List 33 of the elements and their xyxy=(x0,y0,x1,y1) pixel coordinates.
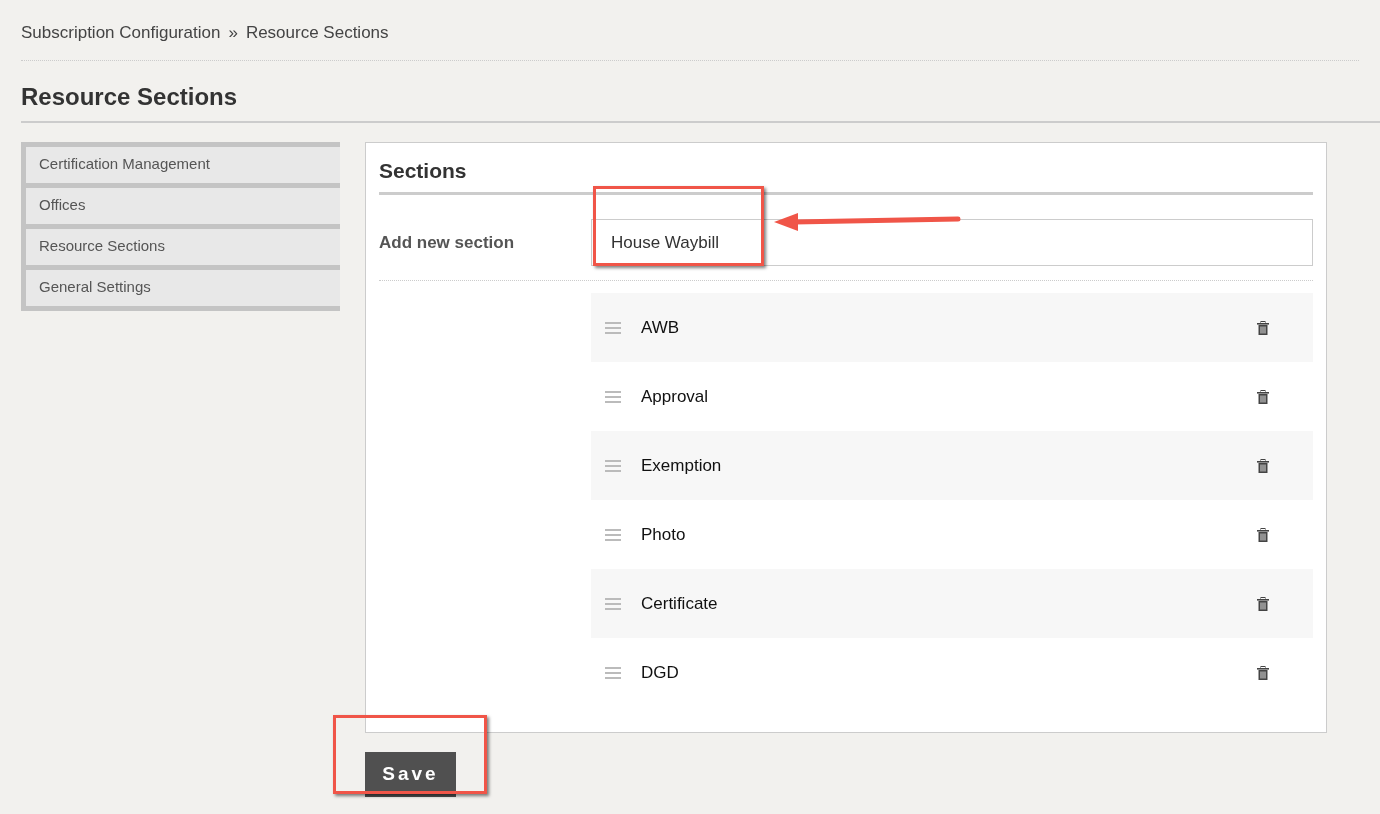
section-name: Approval xyxy=(641,385,710,408)
input-field[interactable]: House Waybill xyxy=(591,219,1313,266)
sidebar-item[interactable]: Offices xyxy=(26,187,340,224)
section-row[interactable]: Exemption xyxy=(591,431,1313,500)
page-title: Resource Sections xyxy=(21,78,1380,123)
sidebar-item[interactable]: Certification Management xyxy=(26,146,340,183)
sidebar-item[interactable]: Resource Sections xyxy=(26,228,340,265)
drag-handle-icon[interactable] xyxy=(605,321,621,334)
field-label: Add new section xyxy=(379,231,516,254)
breadcrumb-item: Resource Sections xyxy=(245,22,389,44)
trash-icon[interactable] xyxy=(1257,527,1269,542)
breadcrumb-separator: » xyxy=(228,22,238,44)
trash-icon[interactable] xyxy=(1257,389,1269,404)
section-name: DGD xyxy=(641,661,680,684)
trash-icon[interactable] xyxy=(1257,458,1269,473)
section-name: Exemption xyxy=(641,454,723,477)
section-name: Photo xyxy=(641,523,687,546)
drag-handle-icon[interactable] xyxy=(605,459,621,472)
section-name: AWB xyxy=(641,316,681,339)
section-row[interactable]: Certificate xyxy=(591,569,1313,638)
trash-icon[interactable] xyxy=(1257,665,1269,680)
drag-handle-icon[interactable] xyxy=(605,390,621,403)
section-name: Certificate xyxy=(641,592,719,615)
save-button[interactable]: Save xyxy=(365,752,456,797)
trash-icon[interactable] xyxy=(1257,320,1269,335)
drag-handle-icon[interactable] xyxy=(605,666,621,679)
panel-title: Sections xyxy=(379,154,1313,195)
drag-handle-icon[interactable] xyxy=(605,597,621,610)
section-row[interactable]: AWB xyxy=(591,293,1313,362)
trash-icon[interactable] xyxy=(1257,596,1269,611)
sidebar-item[interactable]: General Settings xyxy=(26,269,340,306)
drag-handle-icon[interactable] xyxy=(605,528,621,541)
breadcrumb-item[interactable]: Subscription Configuration xyxy=(21,20,221,46)
